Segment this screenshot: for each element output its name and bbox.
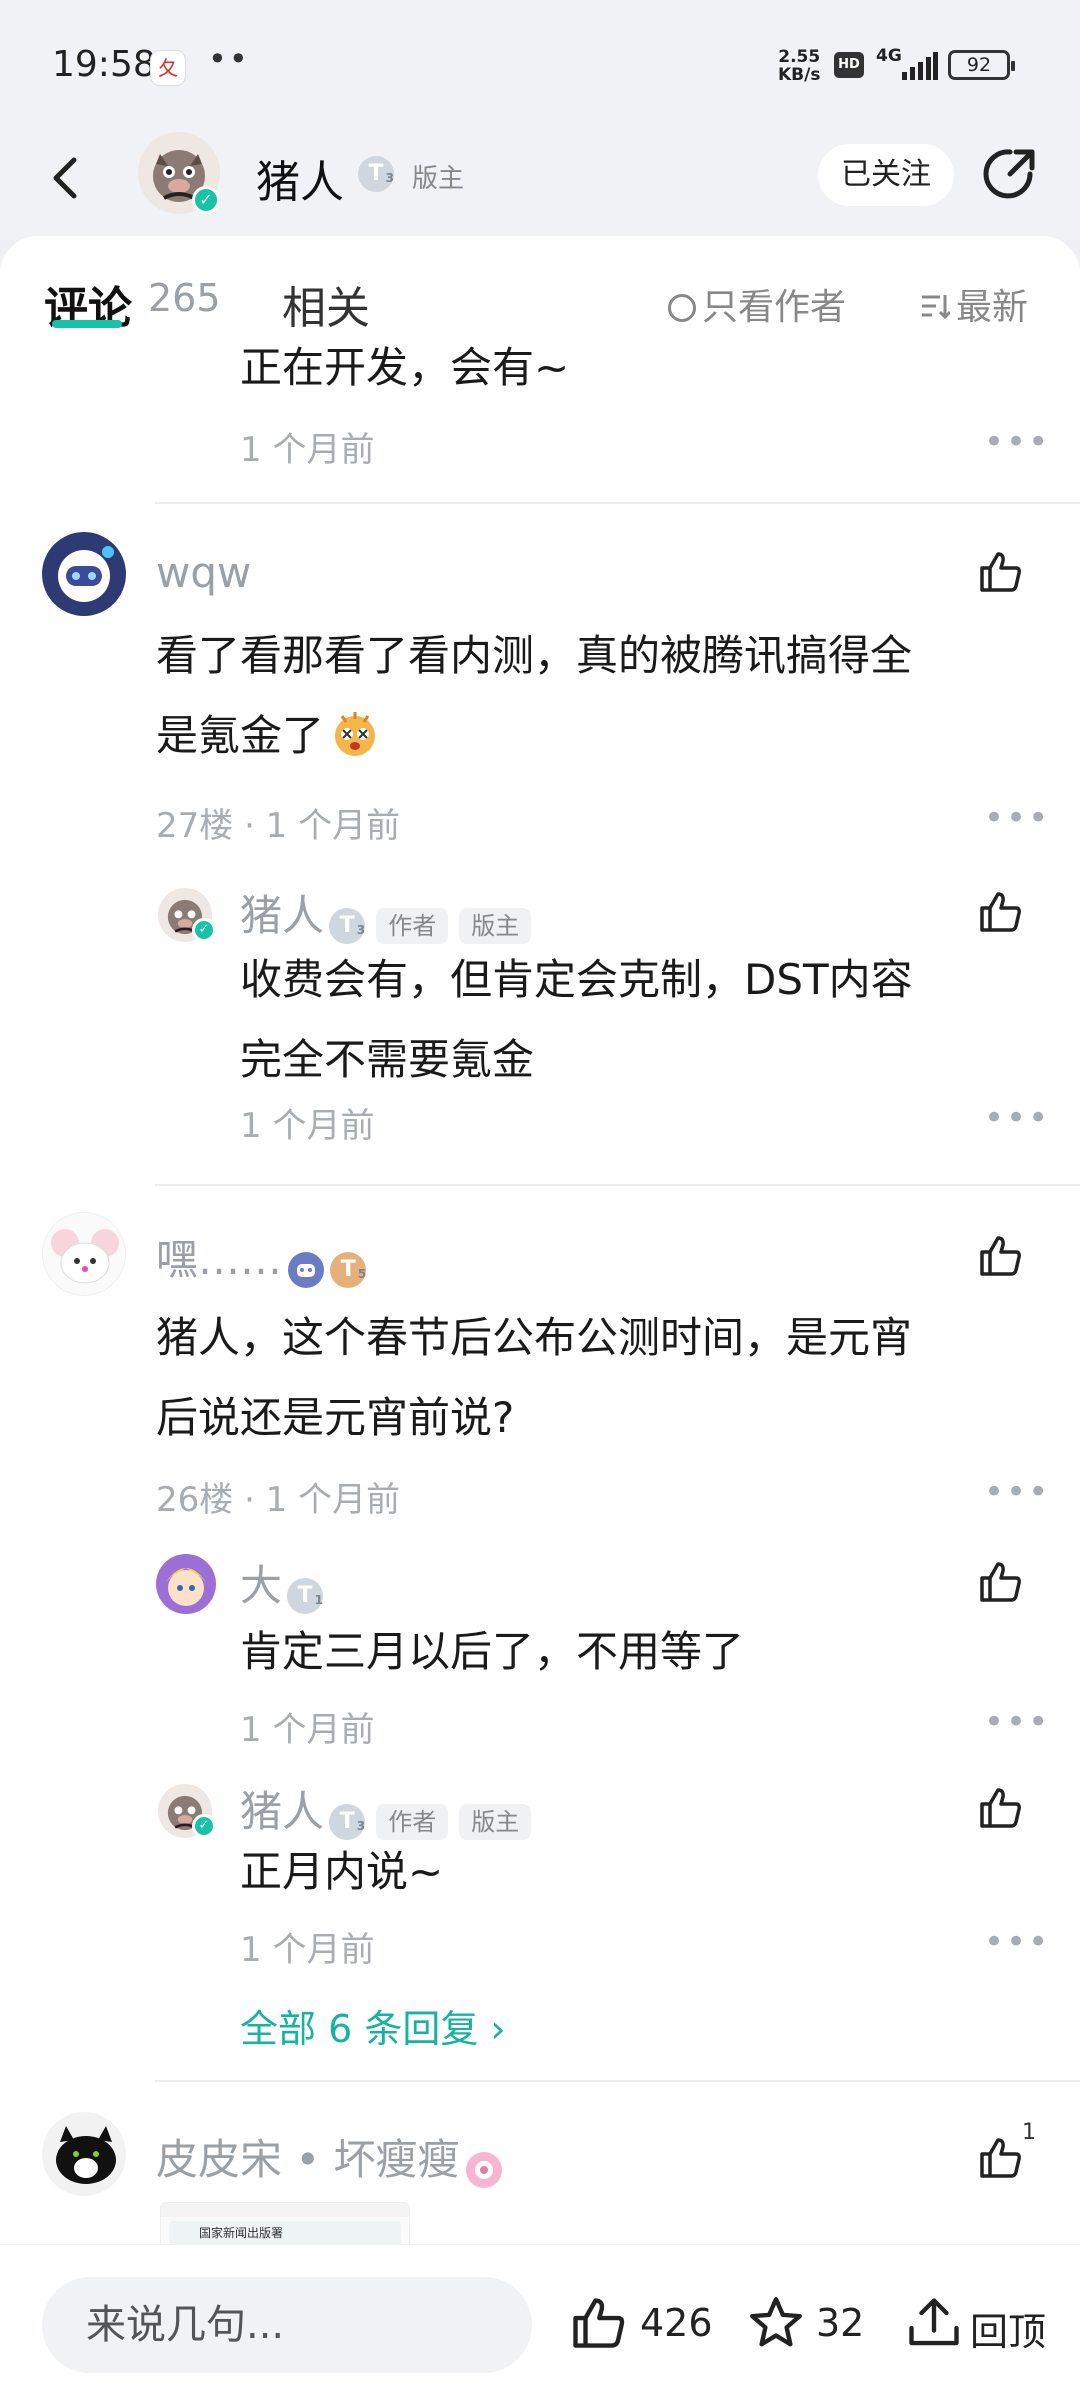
- reply-time: 1 个月前: [240, 1930, 375, 1970]
- reply-text: 肯定三月以后了，不用等了: [240, 1627, 745, 1676]
- divider: [155, 1184, 1080, 1186]
- user-avatar[interactable]: [42, 1212, 126, 1296]
- reply-header: 猪人 T3 作者 版主: [240, 882, 532, 944]
- comment-tabs: 评论 265 相关 只看作者 最新: [0, 236, 1080, 340]
- sort-button[interactable]: 最新: [920, 278, 1028, 330]
- verified-icon: ✓: [192, 186, 220, 214]
- comment-text: 猪人，这个春节后公布公测时间，是元宵 后说还是元宵前说?: [156, 1313, 913, 1442]
- post-header: ✓ 猪人 T3 版主 已关注: [0, 128, 1080, 240]
- reply-time: 1 个月前: [240, 1106, 375, 1146]
- user-avatar[interactable]: [42, 2112, 126, 2196]
- cat-avatar-icon: [42, 2112, 126, 2196]
- pink-badge-icon: [465, 2151, 502, 2188]
- more-options-icon[interactable]: •••: [984, 422, 1050, 462]
- back-button[interactable]: [44, 148, 104, 218]
- only-author-label: 只看作者: [702, 287, 847, 328]
- radio-icon: [668, 294, 696, 322]
- status-time: 19:58: [52, 44, 156, 85]
- anime-avatar-icon: [156, 1554, 216, 1614]
- thumbs-up-icon[interactable]: [568, 2293, 628, 2353]
- reply-username[interactable]: 大: [240, 1561, 282, 1610]
- comment-floor-time: 27楼 · 1 个月前: [156, 806, 401, 846]
- moderator-label: 版主: [412, 164, 465, 194]
- follow-button[interactable]: 已关注: [818, 144, 954, 206]
- reply-username[interactable]: 猪人: [240, 1787, 324, 1836]
- more-notifications-icon: ••: [208, 40, 250, 78]
- comment-username[interactable]: 嘿……: [156, 1235, 282, 1284]
- network-type: 4G: [876, 46, 902, 66]
- only-author-toggle[interactable]: 只看作者: [668, 278, 846, 330]
- reply-username[interactable]: 猪人: [240, 891, 324, 940]
- bottom-action-bar: 来说几句... 426 32 回顶: [0, 2244, 1080, 2400]
- back-to-top-button[interactable]: 回顶: [970, 2301, 1046, 2356]
- author-name[interactable]: 猪人: [256, 146, 344, 210]
- comment-count: 265: [148, 276, 221, 320]
- moderator-tag: 版主: [459, 907, 532, 944]
- active-tab-indicator: [52, 320, 122, 328]
- sort-icon: [922, 295, 950, 320]
- favorite-count: 32: [816, 2301, 865, 2345]
- comments-panel: 评论 265 相关 只看作者 最新 正在开发，会有~ 1 个月前 ••• wqw…: [0, 236, 1080, 2264]
- reply-text: 正月内说~: [240, 1847, 444, 1896]
- robot-avatar-icon: [42, 532, 126, 616]
- thumbs-up-icon[interactable]: [976, 1232, 1024, 1280]
- upload-icon[interactable]: [904, 2293, 964, 2353]
- more-options-icon[interactable]: •••: [984, 1472, 1050, 1512]
- battery-icon: 92: [948, 50, 1015, 80]
- comment-header: 嘿…… T5: [156, 1226, 367, 1289]
- comment-username[interactable]: wqw: [156, 548, 251, 597]
- level-badge: T3: [358, 156, 394, 192]
- verified-icon: ✓: [192, 1814, 216, 1838]
- moderator-tag: 版主: [459, 1803, 532, 1840]
- level-badge: T1: [287, 1577, 324, 1614]
- hd-icon: HD: [834, 52, 864, 78]
- thumbs-up-icon[interactable]: [976, 888, 1024, 936]
- reply-header: 猪人 T3 作者 版主: [240, 1778, 532, 1840]
- star-icon[interactable]: [746, 2293, 806, 2353]
- comment-header: 皮皮宋 • 坏瘦瘦: [156, 2126, 503, 2189]
- author-tag: 作者: [376, 907, 449, 944]
- thumbnail-text: 国家新闻出版署: [169, 2221, 401, 2245]
- reply-avatar[interactable]: [156, 1554, 216, 1614]
- reply-header: 大 T1: [240, 1552, 324, 1614]
- chevron-left-icon: [53, 157, 77, 199]
- sort-label: 最新: [956, 287, 1029, 328]
- comment-input[interactable]: 来说几句...: [42, 2277, 532, 2373]
- signal-icon: [902, 52, 938, 80]
- thumbs-up-icon[interactable]: [976, 2134, 1024, 2182]
- thumbs-up-icon[interactable]: [976, 1784, 1024, 1832]
- mouse-avatar-icon: [43, 1213, 125, 1295]
- comment-text: 看了看那看了看内测，真的被腾讯搞得全 是氪金了: [156, 631, 913, 760]
- discord-badge-icon: [288, 1251, 325, 1288]
- like-count: 426: [640, 2301, 713, 2345]
- thumbs-up-icon[interactable]: [976, 548, 1024, 596]
- tab-related[interactable]: 相关: [282, 272, 370, 336]
- verified-icon: ✓: [192, 918, 216, 942]
- more-options-icon[interactable]: •••: [984, 1922, 1050, 1962]
- reply-text: 正在开发，会有~: [240, 343, 570, 392]
- app-notification-icon: 夂: [150, 50, 186, 86]
- reply-text: 收费会有，但肯定会克制，DST内容 完全不需要氪金: [240, 955, 913, 1084]
- divider: [155, 502, 1080, 504]
- comment-username[interactable]: 皮皮宋 • 坏瘦瘦: [156, 2135, 459, 2184]
- more-options-icon[interactable]: •••: [984, 1702, 1050, 1742]
- network-speed: 2.55 KB/s: [778, 47, 821, 85]
- reply-time: 1 个月前: [240, 430, 375, 470]
- comment-floor-time: 26楼 · 1 个月前: [156, 1480, 401, 1520]
- reply-time: 1 个月前: [240, 1710, 375, 1750]
- level-badge: T5: [330, 1251, 367, 1288]
- user-avatar[interactable]: [42, 532, 126, 616]
- status-bar: 19:58 夂 •• 2.55 KB/s HD 4G 92: [0, 0, 1080, 128]
- emoji-icon: [335, 712, 376, 756]
- level-badge: T3: [329, 907, 366, 944]
- more-options-icon[interactable]: •••: [984, 1098, 1050, 1138]
- view-all-replies-link[interactable]: 全部 6 条回复 ›: [240, 1998, 506, 2053]
- share-icon[interactable]: [980, 144, 1040, 204]
- like-count: 1: [1022, 2120, 1036, 2145]
- thumbs-up-icon[interactable]: [976, 1558, 1024, 1606]
- divider: [155, 2080, 1080, 2082]
- more-options-icon[interactable]: •••: [984, 798, 1050, 838]
